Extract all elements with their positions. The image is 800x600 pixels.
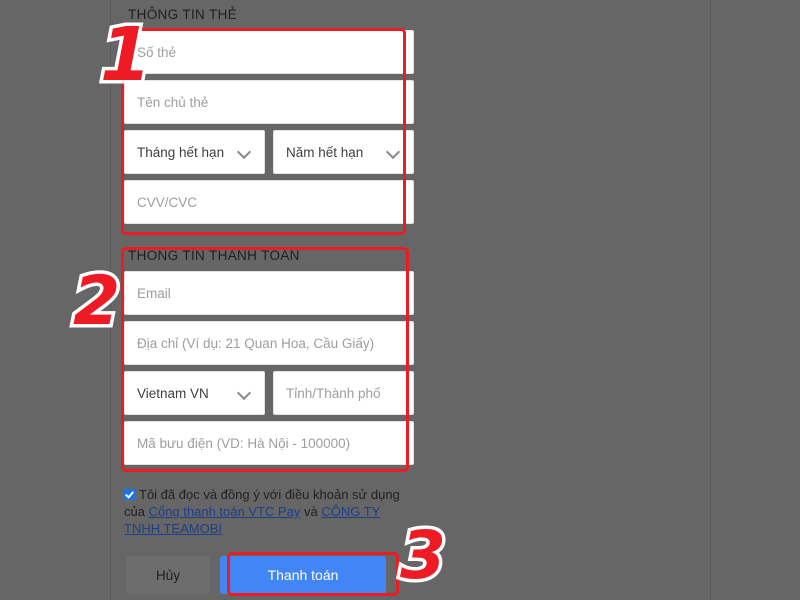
action-buttons: Hủy Thanh toán <box>126 556 386 594</box>
payment-form: THÔNG TIN THẺ Số thẻ Tên chủ thẻ Tháng h… <box>124 0 414 471</box>
email-input[interactable]: Email <box>124 271 414 315</box>
card-number-input[interactable]: Số thẻ <box>124 30 414 74</box>
card-holder-input[interactable]: Tên chủ thẻ <box>124 80 414 124</box>
country-select[interactable]: Vietnam VN <box>124 371 265 415</box>
annotation-step-2: 2 2 <box>69 262 123 341</box>
step-1-fill: 1 <box>100 12 152 98</box>
card-section-title: THÔNG TIN THẺ <box>128 7 238 22</box>
cvv-input[interactable]: CVV/CVC <box>124 180 414 224</box>
annotation-step-1: 1 1 <box>97 12 155 98</box>
page-background: THÔNG TIN THẺ Số thẻ Tên chủ thẻ Tháng h… <box>0 0 800 600</box>
expiry-year-select[interactable]: Năm hết hạn <box>273 130 414 174</box>
postcode-input[interactable]: Mã bưu điện (VD: Hà Nội - 100000) <box>124 421 414 465</box>
expiry-row: Tháng hết hạn Năm hết hạn <box>124 130 414 174</box>
terms-text-middle: và <box>300 504 322 519</box>
chevron-down-icon <box>387 145 401 159</box>
annotation-step-3: 3 3 <box>397 517 450 594</box>
chevron-down-icon <box>238 386 252 400</box>
right-divider <box>710 0 711 600</box>
expiry-month-select[interactable]: Tháng hết hạn <box>124 130 265 174</box>
terms-agreement: Tôi đã đọc và đồng ý với điều khoản sử d… <box>124 486 416 537</box>
billing-section-title: THÔNG TIN THANH TOÁN <box>128 248 300 263</box>
vtc-pay-link[interactable]: Cổng thanh toán VTC Pay <box>149 504 301 519</box>
chevron-down-icon <box>238 145 252 159</box>
cancel-button[interactable]: Hủy <box>126 556 210 594</box>
country-label: Vietnam VN <box>137 385 209 401</box>
expiry-year-label: Năm hết hạn <box>286 144 364 160</box>
terms-checkbox[interactable] <box>124 489 135 500</box>
step-2-fill: 2 <box>73 262 121 341</box>
step-3-fill: 3 <box>400 517 446 594</box>
address-input[interactable]: Địa chỉ (Ví dụ: 21 Quan Hoa, Cầu Giấy) <box>124 321 414 365</box>
pay-button[interactable]: Thanh toán <box>220 556 386 594</box>
city-input[interactable]: Tỉnh/Thành phố <box>273 371 414 415</box>
expiry-month-label: Tháng hết hạn <box>137 144 225 160</box>
country-city-row: Vietnam VN Tỉnh/Thành phố <box>124 371 414 415</box>
